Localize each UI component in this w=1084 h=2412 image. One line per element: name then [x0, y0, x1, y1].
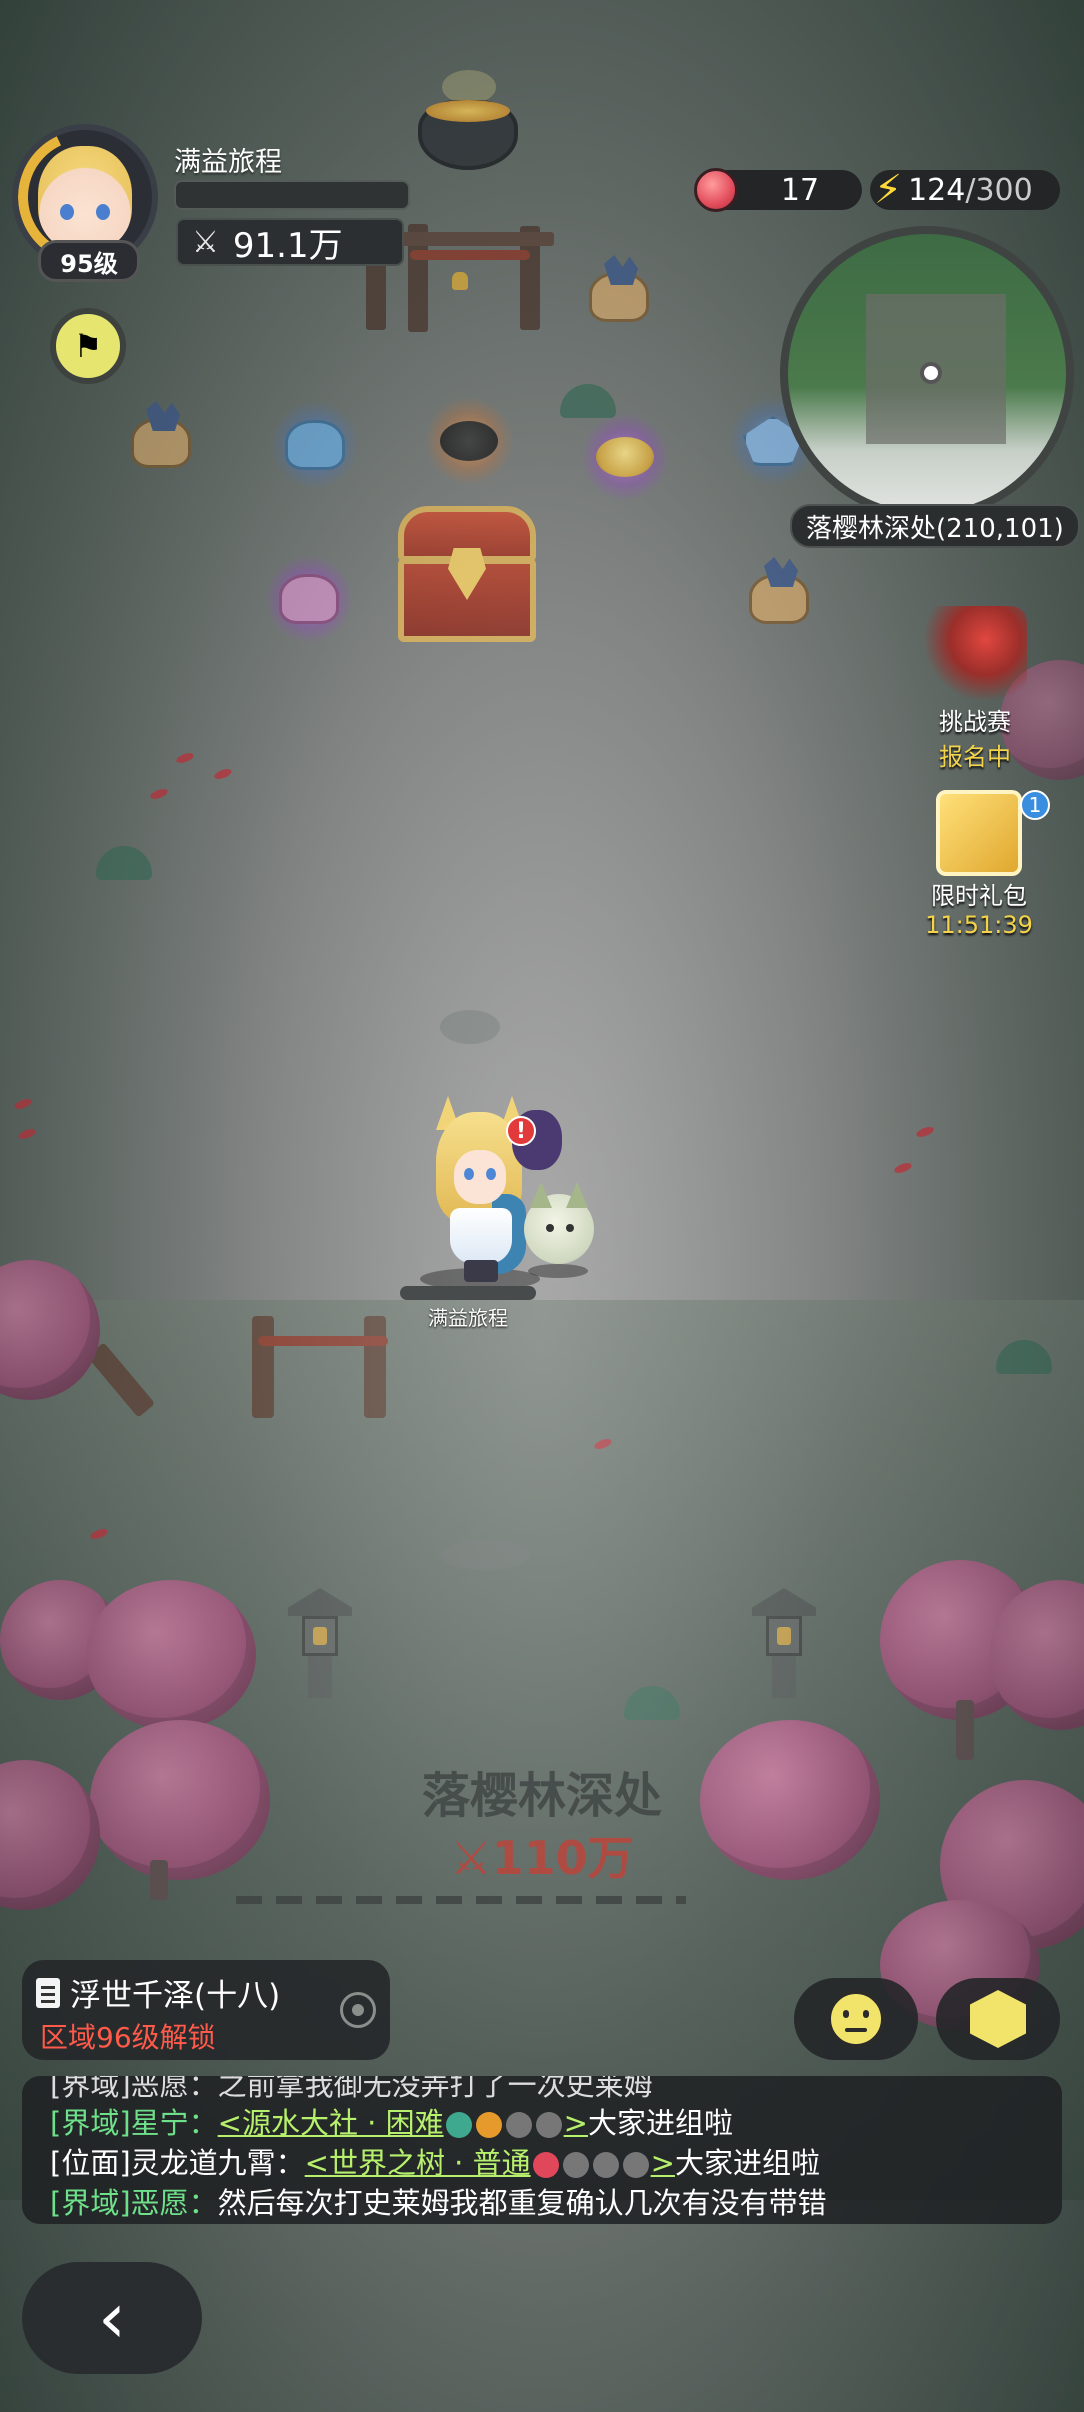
chat-line: [界域]星宁：<源水大社 · 困难 >大家进组啦 — [50, 2106, 733, 2140]
challenge-status: 报名中 — [939, 743, 1011, 771]
flag-list-icon: ⚑ — [73, 327, 103, 365]
experience-bar — [174, 180, 410, 210]
chat-line: [界域]恶愿：然后每次打史莱姆我都重复确认几次有没有带错 — [50, 2186, 827, 2220]
energy-counter[interactable]: ⚡ 124/300 — [870, 167, 1060, 213]
pet-shadow — [528, 1264, 588, 1278]
chat-panel[interactable]: [界域]恶愿：之前拿我御无没弄打了一次史莱姆 [界域]星宁：<源水大社 · 困难… — [22, 2076, 1062, 2224]
team-link[interactable]: <世界之树 · 普通 > — [305, 2146, 675, 2180]
target-icon[interactable] — [340, 1992, 376, 2028]
player-level-badge: 95级 — [38, 240, 140, 282]
emoji-face-icon — [827, 1990, 885, 2048]
crossed-swords-icon: ⚔ — [192, 224, 219, 260]
character-hp-bar — [400, 1286, 536, 1300]
chat-line: [位面]灵龙道九霄：<世界之树 · 普通 >大家进组啦 — [50, 2146, 820, 2180]
energy-current: 124 — [908, 172, 966, 208]
bag-button[interactable] — [936, 1978, 1060, 2060]
challenge-button[interactable]: 挑战赛 报名中 — [920, 606, 1030, 772]
team-link[interactable]: <源水大社 · 困难 > — [218, 2106, 588, 2140]
challenge-label: 挑战赛 — [939, 708, 1011, 736]
emote-button[interactable] — [794, 1978, 918, 2060]
cube-icon — [970, 1990, 1026, 2048]
limited-gift-button[interactable]: 限时礼包 11:51:39 — [924, 790, 1034, 939]
quest-title-row: 浮世千泽(十八) — [36, 1970, 280, 2015]
combat-power-value: 91.1万 — [232, 225, 343, 266]
area-boundary-line — [236, 1896, 686, 1904]
minimap[interactable] — [780, 226, 1074, 520]
player-name: 满益旅程 — [174, 147, 282, 178]
area-power-requirement: ⚔110万 — [450, 1831, 634, 1885]
combat-power: ⚔ 91.1万 — [176, 218, 404, 266]
alert-icon[interactable]: ! — [506, 1116, 536, 1146]
chevron-left-icon: ‹ — [98, 2277, 126, 2359]
gift-timer: 11:51:39 — [925, 911, 1033, 939]
crossed-swords-icon: ⚔ — [450, 1831, 492, 1885]
flag-list-button[interactable]: ⚑ — [50, 308, 126, 384]
gift-box-icon — [936, 790, 1022, 876]
player-position-marker — [920, 362, 942, 384]
quest-title: 浮世千泽(十八) — [70, 1978, 281, 2014]
quest-unlock-requirement: 区域96级解锁 — [40, 2021, 216, 2054]
gift-label: 限时礼包 — [931, 882, 1027, 910]
companion-pet[interactable] — [524, 1194, 594, 1264]
apple-icon — [694, 168, 738, 212]
apple-counter[interactable]: 17 — [694, 168, 862, 212]
area-title: 落樱林深处 — [421, 1768, 662, 1824]
back-button[interactable]: ‹ — [22, 2262, 202, 2374]
character-nameplate: 满益旅程 — [400, 1286, 536, 1331]
apple-count: 17 — [780, 172, 820, 208]
location-coordinates: 落樱林深处(210,101) — [790, 504, 1080, 548]
energy-max: /300 — [965, 172, 1033, 208]
lightning-icon: ⚡ — [874, 167, 903, 213]
clipboard-icon — [36, 1977, 60, 2008]
character-name: 满益旅程 — [428, 1306, 508, 1330]
challenge-icon — [923, 606, 1027, 702]
gift-notification-badge: 1 — [1020, 790, 1050, 820]
quest-tracker[interactable]: 浮世千泽(十八) 区域96级解锁 — [22, 1960, 390, 2060]
